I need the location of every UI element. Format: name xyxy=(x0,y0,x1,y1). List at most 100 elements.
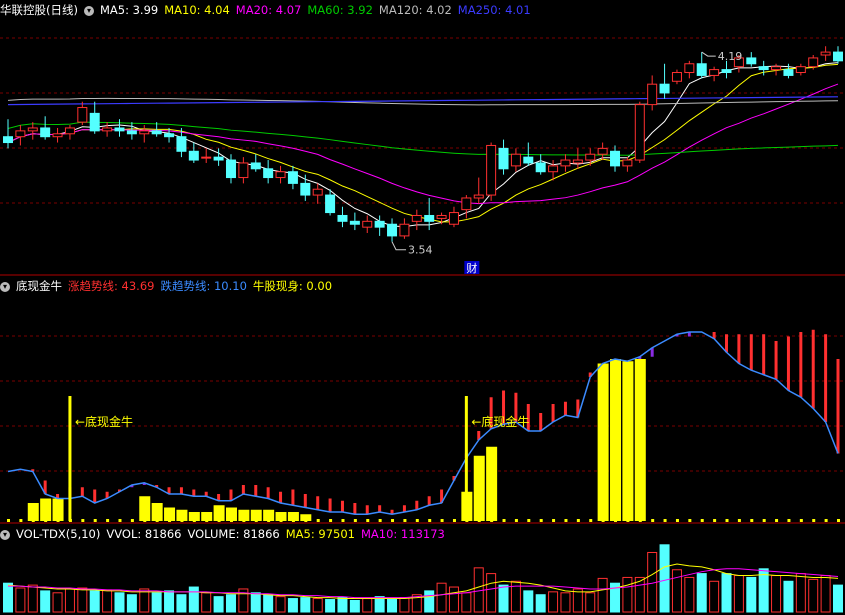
zero-dot xyxy=(490,519,494,522)
bull-bar xyxy=(597,363,609,521)
volume-bar-down xyxy=(40,590,51,613)
volume-bar-down xyxy=(783,580,794,613)
candle-up xyxy=(572,159,583,164)
zero-dot xyxy=(688,519,692,522)
volume-bar-down xyxy=(325,599,336,613)
volume-bar-up xyxy=(622,576,633,613)
candle-up xyxy=(15,130,26,138)
zero-dot xyxy=(787,519,791,522)
volume-bar-up xyxy=(820,575,831,613)
zero-dot xyxy=(118,519,122,522)
zero-dot xyxy=(403,519,407,522)
volume-bar-up xyxy=(15,587,26,613)
zero-dot xyxy=(750,519,754,522)
zero-dot xyxy=(576,519,580,522)
zero-dot xyxy=(663,519,667,522)
candle-up xyxy=(647,83,658,106)
volume-bar-down xyxy=(176,594,187,613)
zero-dot xyxy=(242,519,246,522)
candle-down xyxy=(374,220,385,228)
zero-dot xyxy=(341,519,345,522)
candle-up xyxy=(548,165,559,173)
volume-bar-down xyxy=(89,590,100,613)
candle-down xyxy=(610,150,621,167)
candle-up xyxy=(597,147,608,155)
signal-label: ←底现金牛 xyxy=(75,414,133,429)
candle-up xyxy=(27,127,38,132)
candle-up xyxy=(634,104,645,161)
candle-up xyxy=(139,130,150,135)
zero-dot xyxy=(192,519,196,522)
signal-label: ←底现金牛 xyxy=(471,414,529,429)
zero-dot xyxy=(7,519,10,522)
volume-bar-up xyxy=(77,587,88,613)
volume-bar-down xyxy=(287,598,298,613)
zero-dot xyxy=(56,519,60,522)
volume-bar-up xyxy=(486,573,497,613)
candle-down xyxy=(758,66,769,71)
volume-bar-up xyxy=(448,586,459,613)
volume-bar-down xyxy=(535,594,546,613)
candle-up xyxy=(671,72,682,82)
indicator-toggle-icon[interactable]: ▾ xyxy=(0,281,10,292)
volume-bar-down xyxy=(746,576,757,613)
candle-down xyxy=(349,220,360,225)
candle-down xyxy=(659,83,670,94)
zero-dot xyxy=(31,519,35,522)
volume-bar-up xyxy=(671,569,682,613)
volume-bar-up xyxy=(808,578,819,613)
candle-up xyxy=(64,127,75,135)
volume-bar-down xyxy=(349,599,360,613)
indicator-legend: 涨趋势线: 43.69 跌趋势线: 10.10 牛股现身: 0.00 xyxy=(68,279,338,293)
volume-bar-down xyxy=(696,573,707,613)
candle-down xyxy=(188,150,199,161)
zero-dot xyxy=(477,519,481,522)
info-toggle-icon[interactable]: ▾ xyxy=(83,5,94,16)
zero-dot xyxy=(316,519,320,522)
volume-bar-down xyxy=(523,590,534,613)
candle-up xyxy=(795,66,806,74)
volume-bar-up xyxy=(709,580,720,613)
candle-down xyxy=(263,168,274,179)
volume-bar-up xyxy=(362,598,373,613)
ma-label-3: MA60: 3.92 xyxy=(307,3,373,17)
volume-bar-up xyxy=(771,575,782,613)
zero-dot xyxy=(440,519,444,522)
candle-down xyxy=(3,136,13,144)
ma-label-4: MA120: 4.02 xyxy=(378,3,452,17)
volume-toggle-icon[interactable]: ▾ xyxy=(0,529,10,540)
bull-bar xyxy=(52,498,64,521)
volume-bar-down xyxy=(114,592,125,613)
candle-down xyxy=(746,57,757,65)
zero-dot xyxy=(19,519,23,522)
candle-down xyxy=(126,130,137,135)
stock-title: 华联控股(日线) xyxy=(0,3,78,17)
candle-up xyxy=(436,214,447,219)
candle-down xyxy=(523,156,534,164)
zero-dot xyxy=(626,519,630,522)
volume-label-1: VOLUME: 81866 xyxy=(187,527,280,541)
volume-label-2: MA5: 97501 xyxy=(285,527,355,541)
candle-up xyxy=(77,107,88,123)
candle-up xyxy=(771,66,782,71)
zero-dot xyxy=(775,519,779,522)
volume-bar-down xyxy=(250,592,261,613)
zero-dot xyxy=(824,519,828,522)
zero-dot xyxy=(180,519,184,522)
zero-dot xyxy=(762,519,766,522)
volume-bar-down xyxy=(3,582,13,613)
candle-up xyxy=(362,220,373,228)
candle-up xyxy=(312,188,323,196)
candle-down xyxy=(114,127,125,132)
zero-dot xyxy=(700,519,704,522)
volume-bar-up xyxy=(436,582,447,613)
zero-dot xyxy=(675,519,679,522)
volume-bar-down xyxy=(188,586,199,613)
ma-label-1: MA10: 4.04 xyxy=(164,3,230,17)
volume-bar-down xyxy=(387,599,398,613)
zero-dot xyxy=(366,519,370,522)
zero-dot xyxy=(267,519,271,522)
zero-dot xyxy=(737,519,741,522)
volume-bar-down xyxy=(126,594,137,613)
candle-up xyxy=(560,159,571,167)
